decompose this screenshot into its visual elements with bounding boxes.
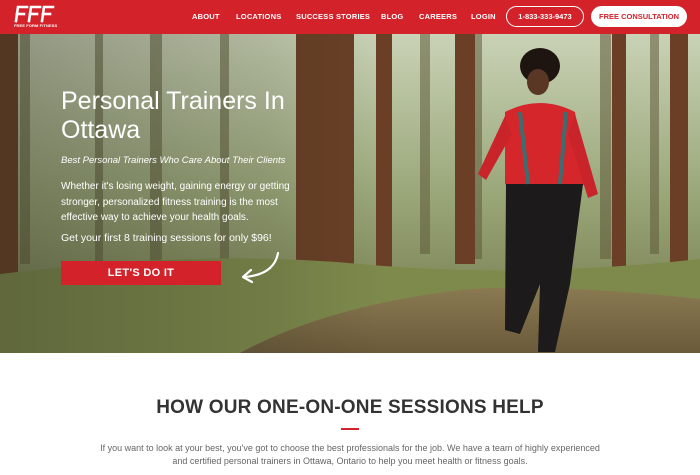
logo[interactable]: FREE FORM FITNESS bbox=[14, 4, 58, 30]
lets-do-it-button[interactable]: LET'S DO IT bbox=[61, 261, 221, 285]
site-header: FREE FORM FITNESS ABOUT LOCATIONS SUCCES… bbox=[0, 0, 700, 34]
free-consultation-button[interactable]: FREE CONSULTATION bbox=[591, 6, 687, 27]
hero-title: Personal Trainers In Ottawa bbox=[61, 87, 285, 144]
nav-success-stories[interactable]: SUCCESS STORIES bbox=[296, 12, 370, 21]
section-description: If you want to look at your best, you've… bbox=[100, 443, 600, 466]
hero-subtitle: Best Personal Trainers Who Care About Th… bbox=[61, 155, 286, 166]
nav-locations[interactable]: LOCATIONS bbox=[236, 12, 281, 21]
nav-about[interactable]: ABOUT bbox=[192, 12, 220, 21]
hero-description: Whether it's losing weight, gaining ener… bbox=[61, 181, 290, 223]
nav-careers[interactable]: CAREERS bbox=[419, 12, 457, 21]
nav-login[interactable]: LOGIN bbox=[471, 12, 496, 21]
logo-text: FREE FORM FITNESS bbox=[14, 23, 58, 28]
phone-button[interactable]: 1-833-333-9473 bbox=[506, 6, 584, 27]
logo-icon bbox=[14, 5, 55, 23]
section-title: HOW OUR ONE-ON-ONE SESSIONS HELP bbox=[156, 397, 544, 418]
curved-arrow-icon bbox=[241, 251, 280, 284]
hero-banner: Personal Trainers In Ottawa Best Persona… bbox=[0, 34, 700, 353]
hero-offer: Get your first 8 training sessions for o… bbox=[61, 232, 272, 244]
section-divider bbox=[341, 428, 359, 430]
nav-blog[interactable]: BLOG bbox=[381, 12, 403, 21]
